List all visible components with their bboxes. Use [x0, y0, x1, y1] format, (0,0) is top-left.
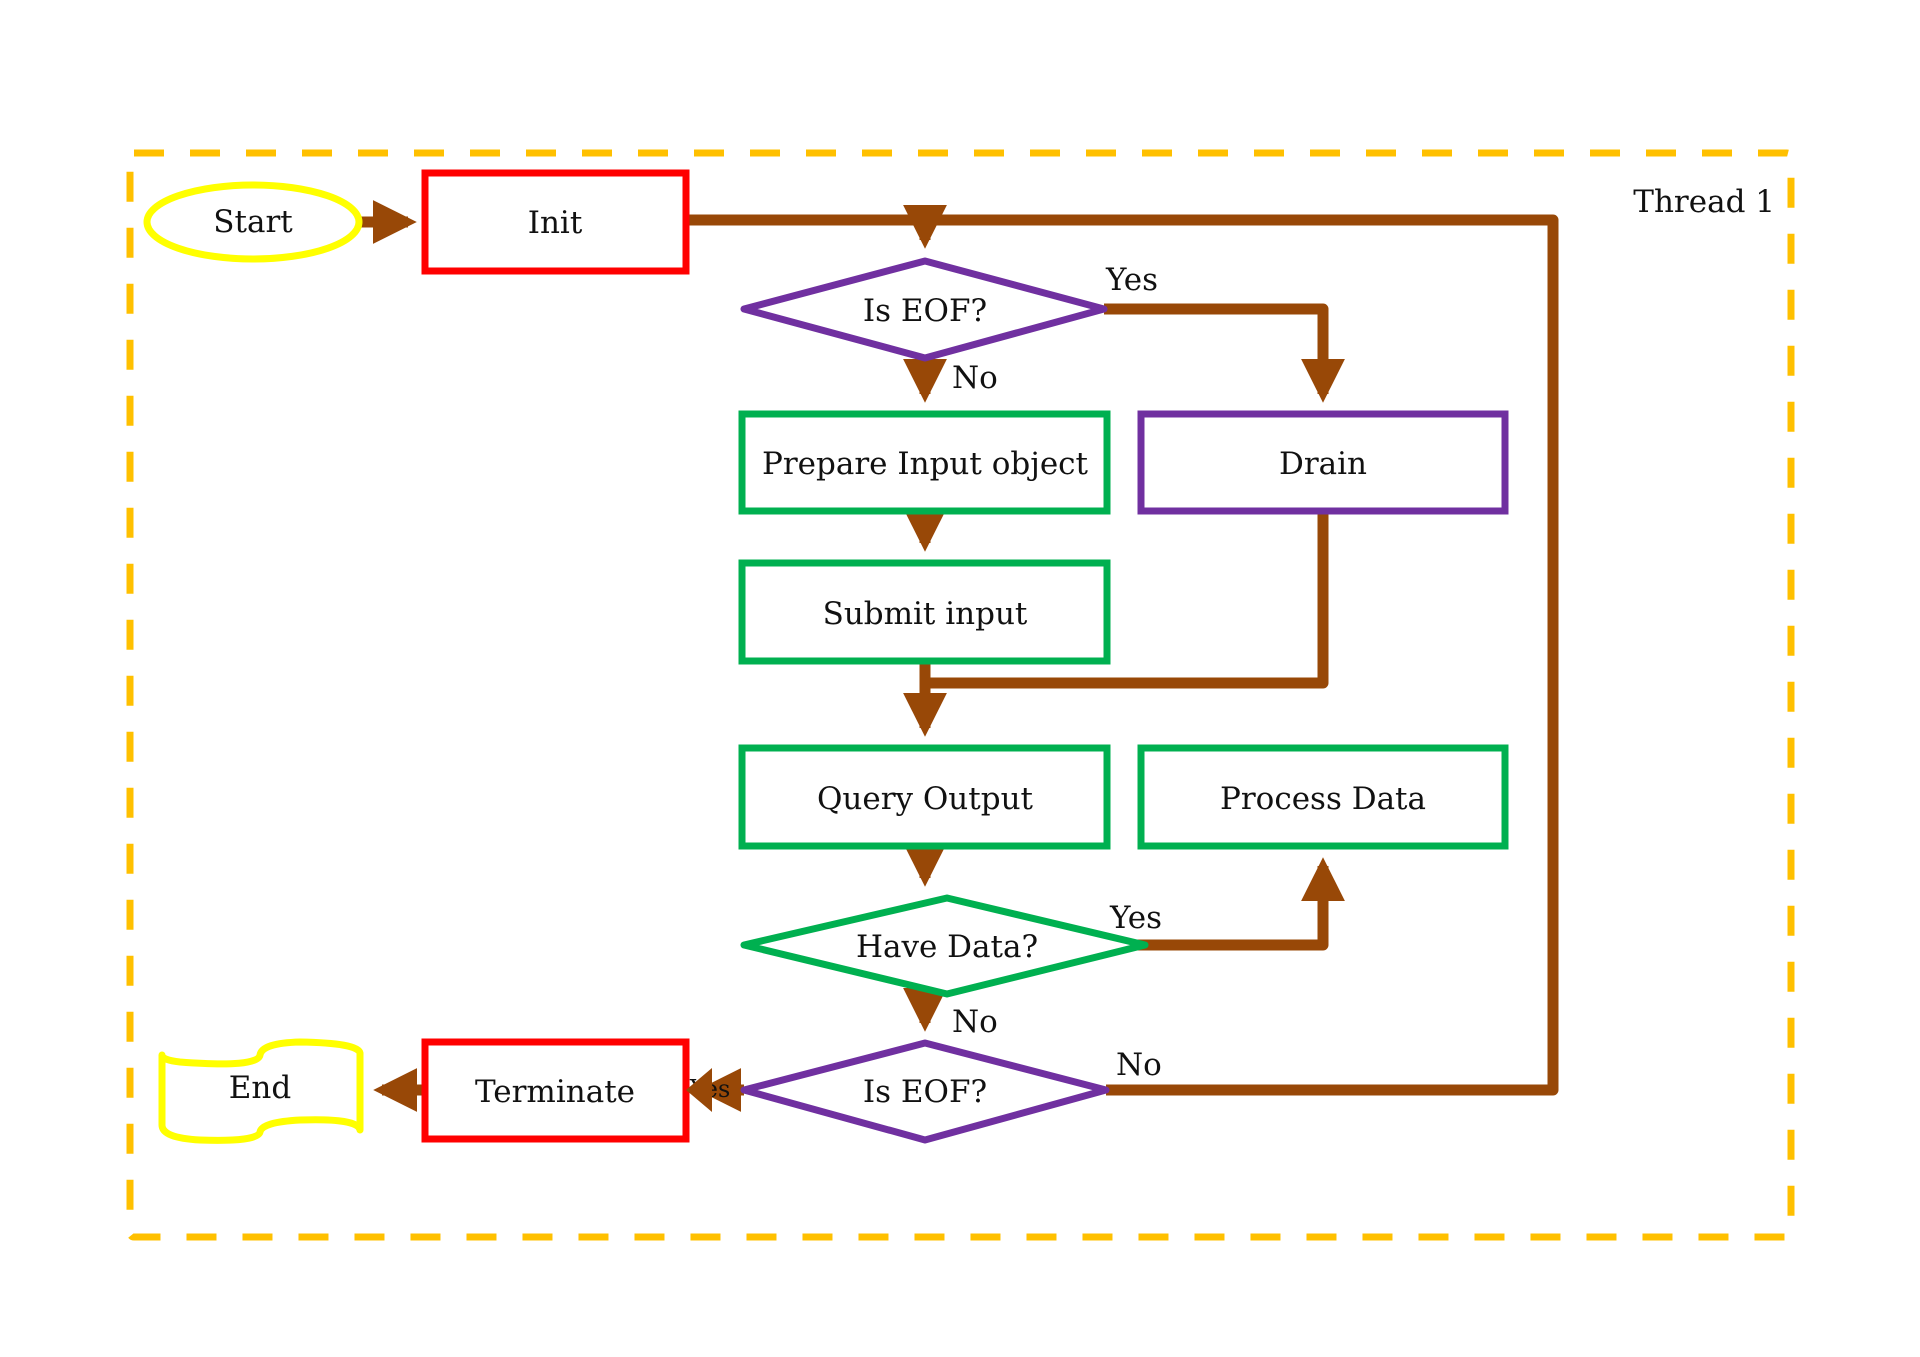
- edge-is-eof-1-drain: [1104, 303, 1345, 403]
- node-query[interactable]: Query Output: [738, 744, 1111, 850]
- edge-label-no-2: No: [952, 1004, 998, 1040]
- node-have-data[interactable]: Have Data?: [740, 894, 1149, 998]
- node-is-eof-2[interactable]: Is EOF?: [740, 1039, 1110, 1144]
- node-drain-label: Drain: [1279, 446, 1367, 482]
- node-process-label: Process Data: [1220, 781, 1426, 817]
- node-query-label: Query Output: [817, 781, 1034, 817]
- edge-label-yes-1: Yes: [1105, 262, 1158, 298]
- node-prepare[interactable]: Prepare Input object: [738, 410, 1111, 515]
- node-terminate[interactable]: Terminate: [421, 1038, 690, 1143]
- node-terminate-label: Terminate: [475, 1074, 635, 1110]
- edge-init-is-eof-1: [686, 204, 947, 249]
- node-init[interactable]: Init: [421, 169, 690, 275]
- node-submit[interactable]: Submit input: [738, 559, 1111, 665]
- node-is-eof-1-label: Is EOF?: [863, 293, 987, 329]
- node-have-data-label: Have Data?: [856, 929, 1038, 965]
- node-start-label: Start: [213, 204, 293, 240]
- node-prepare-label: Prepare Input object: [762, 446, 1089, 482]
- node-submit-label: Submit input: [823, 596, 1028, 632]
- edge-label-yes-2: Yes: [1109, 900, 1162, 936]
- edge-label-no-1: No: [952, 360, 998, 396]
- node-start[interactable]: Start: [143, 181, 363, 263]
- node-init-label: Init: [528, 205, 583, 241]
- node-is-eof-2-label: Is EOF?: [863, 1074, 987, 1110]
- thread-label: Thread 1: [1633, 184, 1775, 220]
- node-end-label: End: [229, 1070, 291, 1106]
- node-process[interactable]: Process Data: [1137, 744, 1509, 850]
- edge-label-no-3: No: [1116, 1047, 1162, 1083]
- node-end[interactable]: End: [158, 1038, 364, 1144]
- node-drain[interactable]: Drain: [1137, 410, 1509, 515]
- node-is-eof-1[interactable]: Is EOF?: [740, 257, 1108, 362]
- flowchart-canvas: Thread 1 Start Init Is EOF? Prepare Inpu…: [126, 149, 1795, 1241]
